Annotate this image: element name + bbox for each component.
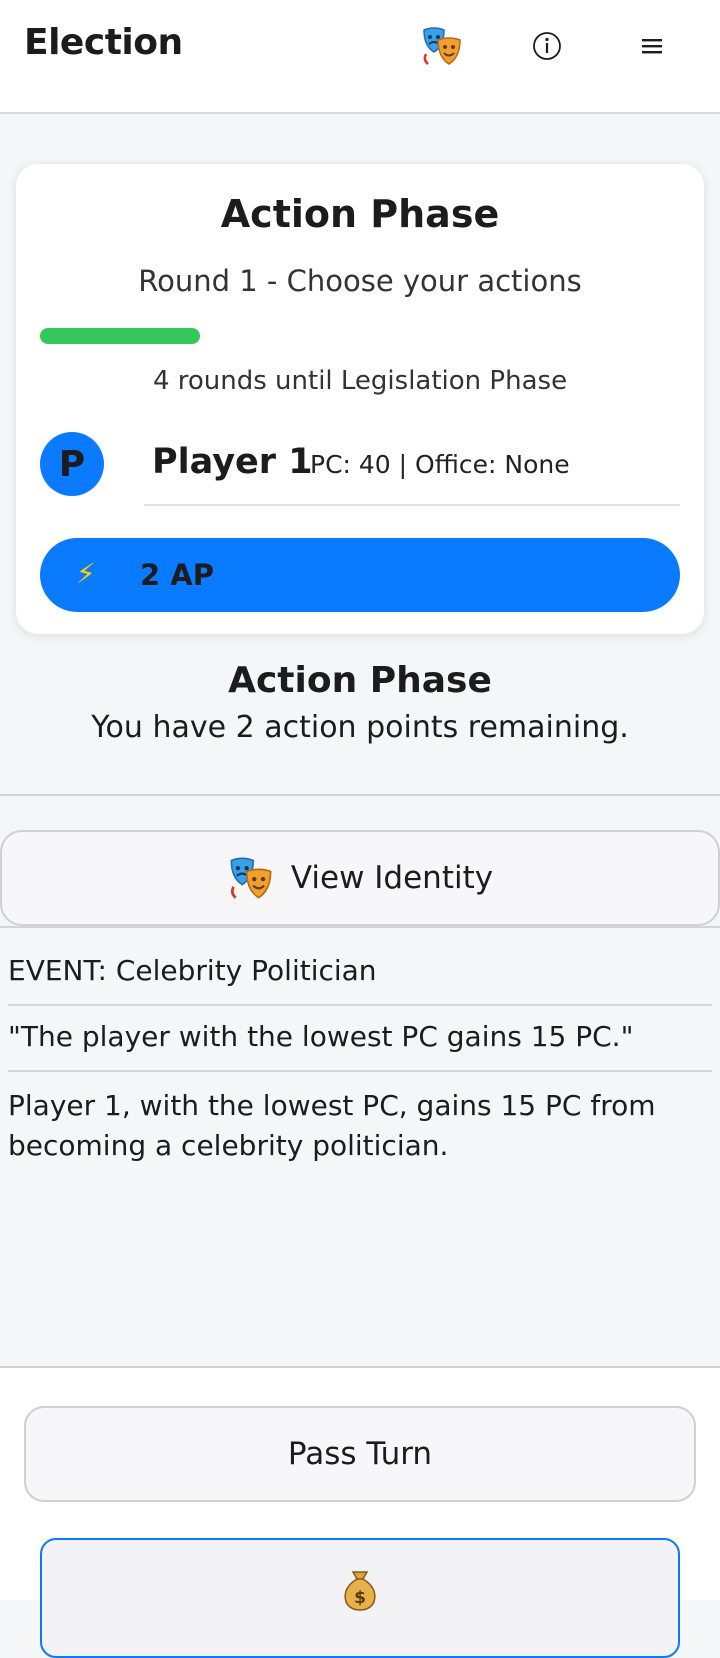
- round-progress-bar: [40, 328, 680, 344]
- app-title: Election: [24, 22, 183, 63]
- action-panel: Pass Turn $: [0, 1366, 720, 1658]
- event-log-entry: Player 1, with the lowest PC, gains 15 P…: [8, 1089, 656, 1162]
- view-identity-label: View Identity: [290, 860, 494, 896]
- menu-icon[interactable]: [634, 22, 670, 70]
- divider: [8, 1070, 712, 1072]
- event-log-entry: EVENT: Celebrity Politician: [8, 954, 377, 987]
- app-header: Election: [0, 0, 720, 114]
- view-identity-button[interactable]: View Identity: [0, 830, 720, 926]
- divider: [8, 1004, 712, 1006]
- fundraise-action-button[interactable]: $: [40, 1538, 680, 1658]
- phase-heading: Action Phase: [228, 660, 492, 701]
- rounds-remaining: 4 rounds until Legislation Phase: [152, 366, 568, 396]
- round-progress-fill: [40, 328, 200, 344]
- phase-description: You have 2 action points remaining.: [91, 710, 629, 745]
- event-log-entry: "The player with the lowest PC gains 15 …: [8, 1020, 634, 1053]
- lightning-icon: ⚡: [76, 557, 96, 590]
- money-bag-icon: $: [344, 1571, 376, 1611]
- theater-masks-icon: [230, 857, 272, 899]
- phase-status-card: Action Phase Round 1 - Choose your actio…: [16, 164, 704, 634]
- round-subtitle: Round 1 - Choose your actions: [138, 264, 582, 298]
- divider: [0, 926, 720, 928]
- player-name: Player 1: [152, 442, 313, 482]
- svg-text:$: $: [354, 1588, 366, 1608]
- player-stats: PC: 40 | Office: None: [310, 450, 570, 479]
- info-icon[interactable]: [530, 22, 564, 70]
- action-points-label: 2 AP: [140, 558, 214, 592]
- card-title: Action Phase: [220, 192, 500, 236]
- divider: [0, 794, 720, 796]
- player-avatar: P: [40, 432, 104, 496]
- pass-turn-button[interactable]: Pass Turn: [24, 1406, 696, 1502]
- divider: [144, 504, 680, 506]
- theater-masks-icon[interactable]: [418, 22, 466, 70]
- action-points-badge: ⚡ 2 AP: [40, 538, 680, 612]
